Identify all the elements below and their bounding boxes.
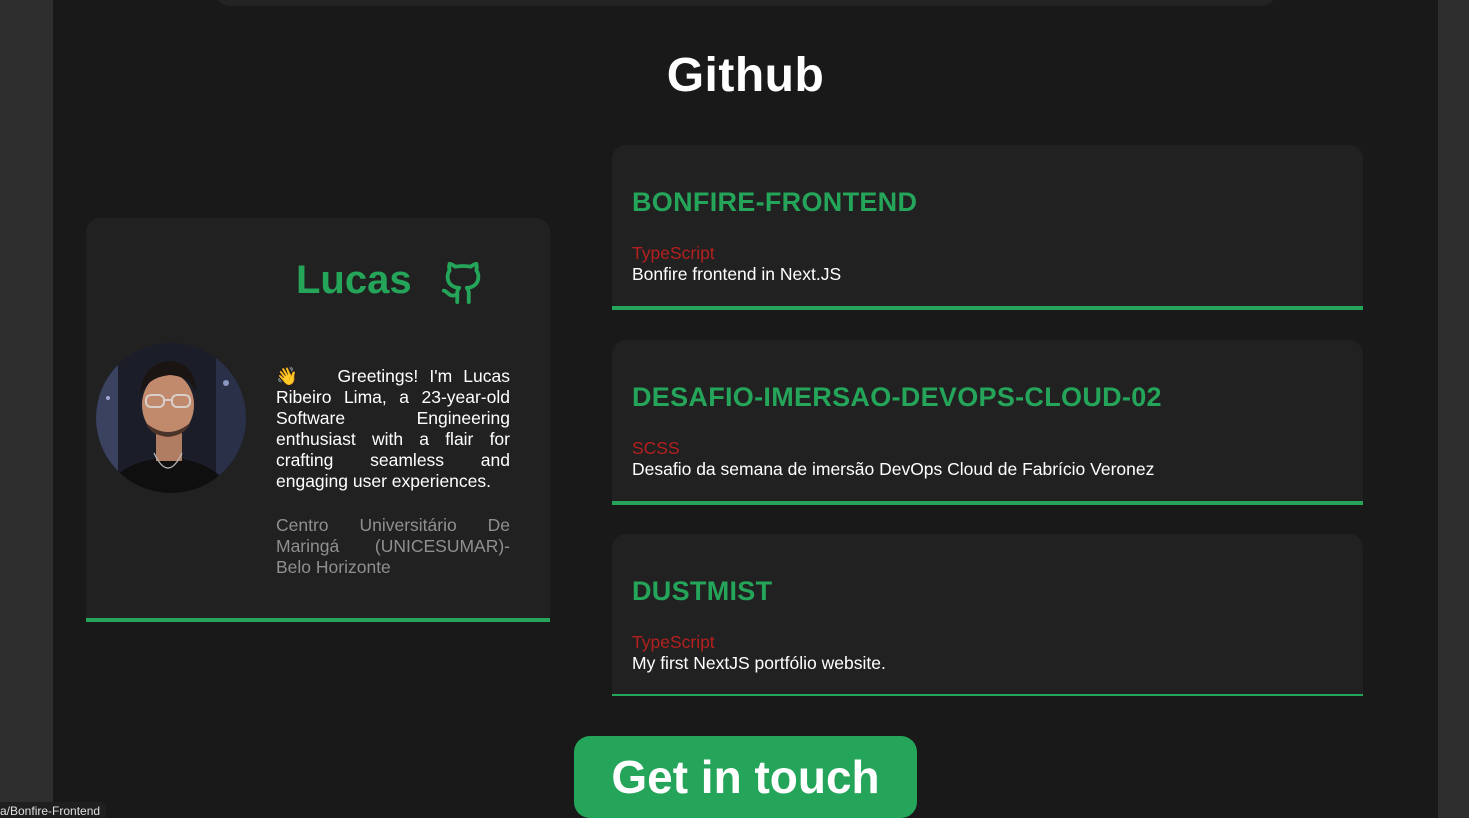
repo-description: Desafio da semana de imersão DevOps Clou… [632,459,1155,479]
repo-card[interactable]: DUSTMIST TypeScript My first NextJS port… [612,534,1363,696]
repo-name[interactable]: DESAFIO-IMERSAO-DEVOPS-CLOUD-02 [632,382,1162,413]
repo-card[interactable]: DESAFIO-IMERSAO-DEVOPS-CLOUD-02 SCSS Des… [612,340,1363,505]
wave-emoji: 👋 [276,366,305,386]
profile-card: Lucas 👋 Greetings! I'm Lucas Ribeiro Lim… [86,218,550,622]
avatar-portrait [96,343,246,493]
repo-card[interactable]: BONFIRE-FRONTEND TypeScript Bonfire fron… [612,145,1363,310]
avatar [96,343,246,493]
repo-language: SCSS [632,438,680,458]
profile-bio-text: Greetings! I'm Lucas Ribeiro Lima, a 23-… [276,366,511,491]
repo-name[interactable]: BONFIRE-FRONTEND [632,187,917,218]
repo-language: TypeScript [632,632,715,652]
github-icon[interactable] [440,258,486,308]
profile-school: Centro Universitário De Maringá (UNICESU… [276,515,510,577]
status-bar-url: a/Bonfire-Frontend [0,802,107,818]
get-in-touch-button[interactable]: Get in touch [574,736,917,818]
profile-name: Lucas [296,258,412,302]
top-nav-bar [213,0,1278,6]
page: Github Lucas 👋 Greetings! I'm Lucas Ribe… [53,0,1438,818]
repo-language: TypeScript [632,243,715,263]
section-title: Github [666,49,825,102]
repo-name[interactable]: DUSTMIST [632,576,772,607]
repo-description: My first NextJS portfólio website. [632,653,886,673]
repo-description: Bonfire frontend in Next.JS [632,264,842,284]
profile-bio: 👋 Greetings! I'm Lucas Ribeiro Lima, a 2… [276,366,510,492]
